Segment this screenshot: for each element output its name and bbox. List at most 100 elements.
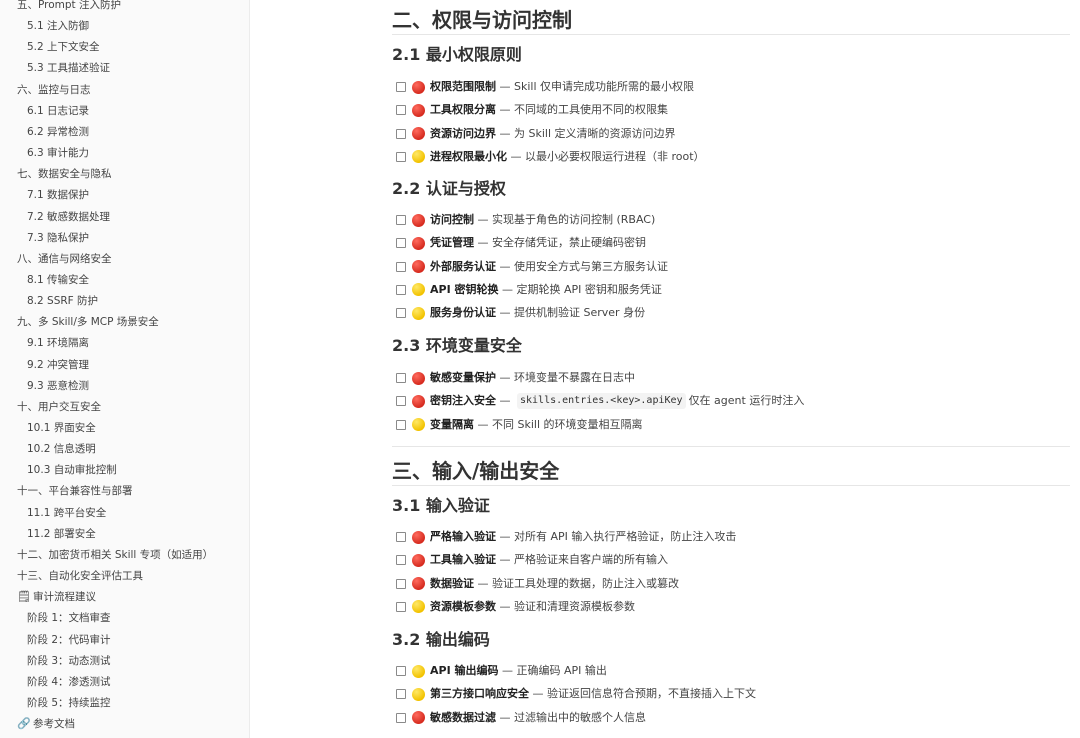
- toc-item[interactable]: 11.2 部署安全: [27, 527, 96, 541]
- task-checkbox[interactable]: [396, 601, 406, 612]
- task-checkbox[interactable]: [396, 396, 406, 407]
- item-description: 验证返回信息符合预期，不直接插入上下文: [547, 687, 756, 701]
- red-circle-icon: [412, 213, 425, 227]
- item-name: 凭证管理: [430, 236, 474, 250]
- toc-item[interactable]: 8.2 SSRF 防护: [27, 294, 98, 308]
- task-checkbox[interactable]: [396, 578, 406, 589]
- checklist-item: 权限范围限制 — Skill 仅申请完成功能所需的最小权限: [396, 79, 694, 95]
- item-name: 变量隔离: [430, 417, 474, 431]
- toc-item[interactable]: 6.3 审计能力: [27, 146, 89, 160]
- task-checkbox[interactable]: [396, 151, 406, 162]
- red-circle-icon: [412, 394, 425, 408]
- task-checkbox[interactable]: [396, 215, 406, 225]
- toc-item[interactable]: 6.1 日志记录: [27, 104, 89, 118]
- toc-item[interactable]: 十一、平台兼容性与部署: [17, 484, 133, 498]
- red-circle-icon: [412, 260, 425, 274]
- toc-item-label: 五、Prompt 注入防护: [17, 0, 122, 11]
- item-description: 以最小必要权限运行进程（非 root）: [525, 149, 705, 163]
- item-name: 资源模板参数: [430, 599, 496, 613]
- checklist-item: 资源访问边界 — 为 Skill 定义清晰的资源访问边界: [396, 126, 676, 142]
- toc-item[interactable]: 十三、自动化安全评估工具: [17, 569, 143, 583]
- toc-item[interactable]: 🔗 参考文档: [17, 717, 75, 731]
- task-checkbox[interactable]: [396, 128, 406, 139]
- toc-item[interactable]: 九、多 Skill/多 MCP 场景安全: [17, 315, 159, 329]
- toc-item[interactable]: 阶段 1：文档审查: [27, 611, 111, 625]
- toc-item[interactable]: 11.1 跨平台安全: [27, 506, 106, 520]
- toc-item[interactable]: 9.1 环境隔离: [27, 336, 89, 350]
- red-circle-icon: [412, 103, 425, 117]
- toc-item[interactable]: 八、通信与网络安全: [17, 252, 112, 266]
- item-name: 工具输入验证: [430, 553, 496, 567]
- subsection-heading: 2.2 认证与授权: [392, 179, 506, 198]
- item-separator: —: [496, 80, 514, 93]
- task-checkbox[interactable]: [396, 555, 406, 566]
- item-name: 敏感变量保护: [430, 371, 496, 384]
- yellow-circle-icon: [412, 150, 425, 164]
- yellow-circle-icon: [412, 600, 425, 614]
- task-checkbox[interactable]: [396, 261, 406, 272]
- toc-item-label: 9.2 冲突管理: [27, 358, 90, 371]
- toc-item-label: 参考文档: [33, 718, 75, 731]
- toc-item[interactable]: 阶段 4：渗透测试: [27, 675, 111, 689]
- toc-item[interactable]: 5.2 上下文安全: [27, 40, 100, 54]
- yellow-circle-icon: [412, 283, 425, 297]
- toc-item[interactable]: 10.2 信息透明: [27, 442, 96, 456]
- task-checkbox[interactable]: [396, 419, 406, 430]
- toc-item[interactable]: 5.1 注入防御: [27, 19, 89, 33]
- toc-item[interactable]: 十二、加密货币相关 Skill 专项（如适用）: [17, 548, 213, 562]
- toc-item-label: 审计流程建议: [33, 591, 96, 604]
- red-circle-icon: [412, 577, 425, 591]
- heading-divider: [392, 485, 1070, 486]
- toc-item[interactable]: 6.2 异常检测: [27, 125, 89, 139]
- item-separator: —: [496, 394, 514, 408]
- item-description: 提供机制验证 Server 身份: [514, 306, 646, 320]
- checklist-item: API 密钥轮换 — 定期轮换 API 密钥和服务凭证: [396, 282, 662, 298]
- toc-item[interactable]: 7.2 敏感数据处理: [27, 210, 110, 224]
- task-checkbox[interactable]: [396, 712, 406, 723]
- toc-item[interactable]: 9.2 冲突管理: [27, 358, 89, 372]
- item-separator: —: [498, 664, 517, 677]
- toc-item-label: 11.1 跨平台安全: [27, 506, 107, 519]
- toc-item[interactable]: 阶段 3：动态测试: [27, 654, 111, 668]
- toc-item[interactable]: 阶段 5：持续监控: [27, 696, 111, 710]
- toc-item[interactable]: 9.3 恶意检测: [27, 379, 89, 393]
- toc-item-label: 5.2 上下文安全: [27, 41, 100, 54]
- toc-item[interactable]: 8.1 传输安全: [27, 273, 89, 287]
- toc-item-label: 十三、自动化安全评估工具: [17, 570, 143, 583]
- toc-item[interactable]: 阶段 2：代码审计: [27, 633, 111, 647]
- item-name: 权限范围限制: [430, 80, 496, 93]
- task-checkbox[interactable]: [396, 666, 406, 676]
- toc-item-label: 5.1 注入防御: [27, 20, 90, 33]
- toc-item[interactable]: 10.3 自动审批控制: [27, 463, 117, 477]
- task-checkbox[interactable]: [396, 532, 406, 542]
- toc-item-label: 阶段 3：动态测试: [27, 654, 111, 667]
- toc-item[interactable]: 🗒 审计流程建议: [17, 590, 96, 604]
- item-separator: —: [496, 553, 514, 567]
- task-checkbox[interactable]: [396, 308, 406, 319]
- subsection-heading: 2.1 最小权限原则: [392, 45, 522, 64]
- toc-item-label: 8.1 传输安全: [27, 273, 90, 286]
- task-checkbox[interactable]: [396, 284, 406, 295]
- toc-item[interactable]: 十、用户交互安全: [17, 400, 101, 414]
- task-checkbox[interactable]: [396, 373, 406, 383]
- toc-item[interactable]: 7.1 数据保护: [27, 188, 89, 202]
- item-separator: —: [507, 149, 525, 163]
- red-circle-icon: [412, 530, 425, 544]
- toc-item[interactable]: 7.3 隐私保护: [27, 231, 89, 245]
- item-name: API 密钥轮换: [430, 282, 499, 296]
- toc-item-label: 6.1 日志记录: [27, 104, 90, 117]
- toc-item[interactable]: 10.1 界面安全: [27, 421, 96, 435]
- toc-item-label: 阶段 1：文档审查: [27, 612, 111, 625]
- item-description: 实现基于角色的访问控制 (RBAC): [492, 213, 656, 226]
- task-checkbox[interactable]: [396, 105, 406, 116]
- task-checkbox[interactable]: [396, 82, 406, 92]
- toc-item[interactable]: 七、数据安全与隐私: [17, 167, 112, 181]
- toc-item[interactable]: 六、监控与日志: [17, 83, 91, 97]
- toc-item-label: 九、多 Skill/多 MCP 场景安全: [17, 316, 159, 329]
- red-circle-icon: [412, 127, 425, 141]
- toc-item[interactable]: 五、Prompt 注入防护: [17, 0, 121, 12]
- checklist-item: 变量隔离 — 不同 Skill 的环境变量相互隔离: [396, 417, 643, 433]
- task-checkbox[interactable]: [396, 238, 406, 249]
- task-checkbox[interactable]: [396, 689, 406, 700]
- toc-item[interactable]: 5.3 工具描述验证: [27, 61, 110, 75]
